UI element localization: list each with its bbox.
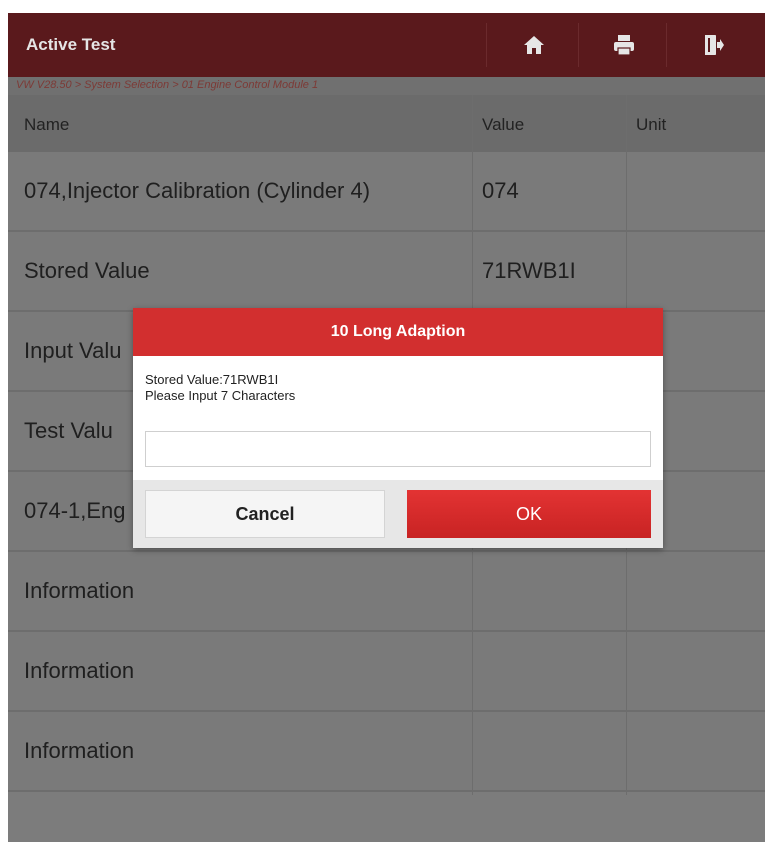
row-name: Information: [24, 578, 135, 603]
exit-button[interactable]: [674, 13, 754, 77]
table-row[interactable]: Stored Value 71RWB1I: [8, 232, 765, 312]
row-value: 074: [482, 178, 519, 203]
row-name: Information: [24, 738, 135, 763]
breadcrumb: VW V28.50 > System Selection > 01 Engine…: [16, 79, 319, 91]
row-name: 074,Injector Calibration (Cylinder 4): [24, 178, 371, 203]
dialog-message-stored: Stored Value:71RWB1I: [145, 372, 279, 387]
column-header-unit: Unit: [636, 115, 667, 134]
toolbar-divider: [666, 23, 667, 67]
footer-area: [8, 795, 765, 842]
row-name: Test Valu: [24, 418, 113, 443]
ok-button[interactable]: OK: [407, 490, 651, 538]
cancel-button[interactable]: Cancel: [145, 490, 385, 538]
dialog-button-bar: Cancel OK: [133, 480, 663, 548]
row-name: 074-1,Eng: [24, 498, 126, 523]
characters-input[interactable]: [145, 431, 651, 467]
print-icon: [614, 35, 634, 56]
table-row[interactable]: Information: [8, 552, 765, 632]
table-row[interactable]: Information: [8, 712, 765, 792]
table-row[interactable]: Information: [8, 632, 765, 712]
column-header-value: Value: [482, 115, 525, 134]
table-header: Name Value Unit: [8, 95, 765, 152]
row-name: Stored Value: [24, 258, 150, 283]
row-name: Input Valu: [24, 338, 122, 363]
breadcrumb-bar: VW V28.50 > System Selection > 01 Engine…: [8, 77, 765, 95]
dialog-title: 10 Long Adaption: [133, 308, 663, 356]
row-name: Information: [24, 658, 135, 683]
toolbar-divider: [578, 23, 579, 67]
home-icon: [524, 36, 544, 54]
toolbar-divider: [486, 23, 487, 67]
table-row[interactable]: 074,Injector Calibration (Cylinder 4) 07…: [8, 152, 765, 232]
dialog-message-instruction: Please Input 7 Characters: [145, 388, 296, 403]
row-value: 71RWB1I: [482, 258, 576, 283]
exit-icon: [705, 35, 724, 55]
column-header-name: Name: [24, 115, 70, 134]
adaption-dialog: 10 Long Adaption Stored Value:71RWB1I Pl…: [133, 308, 663, 548]
window-title: Active Test: [26, 35, 116, 54]
print-button[interactable]: [584, 13, 664, 77]
home-button[interactable]: [494, 13, 574, 77]
title-bar: Active Test: [8, 13, 765, 77]
